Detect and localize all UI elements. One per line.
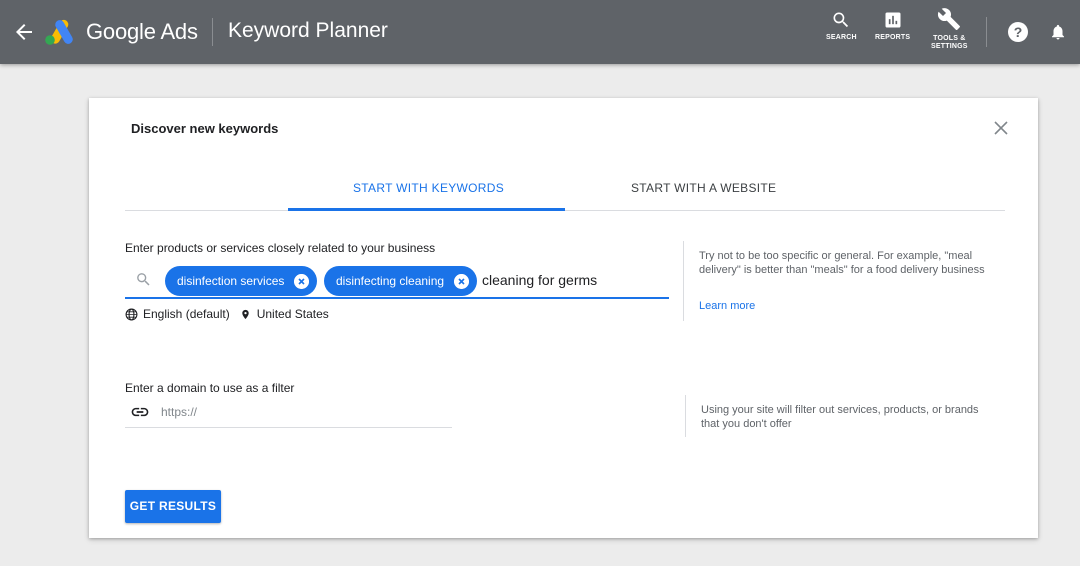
get-results-button[interactable]: GET RESULTS bbox=[125, 490, 221, 523]
search-button[interactable]: SEARCH bbox=[826, 10, 857, 42]
domain-input[interactable] bbox=[161, 402, 441, 422]
tab-start-with-keywords[interactable]: START WITH KEYWORDS bbox=[353, 181, 504, 195]
page-title: Keyword Planner bbox=[228, 19, 388, 42]
keywords-input[interactable]: disinfection services disinfecting clean… bbox=[125, 262, 669, 299]
location-selector[interactable]: United States bbox=[240, 307, 329, 321]
discover-keywords-panel: Discover new keywords START WITH KEYWORD… bbox=[89, 98, 1038, 538]
tools-settings-button[interactable]: TOOLS & SETTINGS bbox=[931, 7, 968, 51]
search-icon bbox=[137, 273, 150, 286]
google-ads-logo-icon bbox=[45, 19, 73, 45]
header-divider-right bbox=[986, 17, 987, 47]
language-label: English (default) bbox=[143, 307, 230, 321]
keyword-chip[interactable]: disinfection services bbox=[165, 266, 317, 296]
help-icon[interactable]: ? bbox=[1008, 22, 1028, 42]
domain-filter-field bbox=[125, 398, 452, 428]
keywords-field-label: Enter products or services closely relat… bbox=[125, 241, 436, 255]
keyword-typed-text[interactable]: cleaning for germs bbox=[482, 272, 597, 288]
location-pin-icon bbox=[242, 309, 249, 319]
tools-label-line-1: TOOLS & bbox=[933, 35, 966, 42]
link-icon bbox=[131, 407, 149, 417]
close-icon[interactable] bbox=[993, 120, 1009, 136]
remove-chip-icon[interactable] bbox=[294, 274, 309, 289]
search-icon bbox=[833, 12, 849, 28]
remove-chip-icon[interactable] bbox=[454, 274, 469, 289]
tab-start-with-website[interactable]: START WITH A WEBSITE bbox=[631, 181, 776, 195]
targeting-row: English (default) United States bbox=[125, 306, 329, 322]
keywords-hint: Try not to be too specific or general. F… bbox=[699, 250, 985, 276]
hint-divider bbox=[683, 241, 684, 321]
reports-button-label: REPORTS bbox=[875, 34, 911, 41]
active-tab-indicator bbox=[288, 208, 565, 211]
notifications-bell-icon[interactable] bbox=[1049, 22, 1067, 42]
reports-button[interactable]: REPORTS bbox=[875, 10, 910, 42]
search-button-label: SEARCH bbox=[826, 34, 857, 41]
back-arrow-icon[interactable] bbox=[12, 20, 36, 44]
keyword-chip[interactable]: disinfecting cleaning bbox=[324, 266, 477, 296]
wrench-icon bbox=[938, 8, 961, 30]
reports-icon bbox=[885, 12, 901, 28]
mode-tabs: START WITH KEYWORDS START WITH A WEBSITE bbox=[125, 172, 1005, 211]
keyword-chip-label: disinfection services bbox=[177, 274, 285, 288]
domain-field-label: Enter a domain to use as a filter bbox=[125, 381, 295, 395]
learn-more-link[interactable]: Learn more bbox=[699, 300, 755, 312]
header-divider bbox=[212, 18, 213, 46]
location-label: United States bbox=[256, 307, 329, 321]
tools-label-line-2: SETTINGS bbox=[931, 43, 968, 50]
globe-icon bbox=[125, 308, 138, 320]
panel-title: Discover new keywords bbox=[131, 121, 279, 136]
domain-hint-divider bbox=[685, 395, 686, 437]
keyword-chip-label: disinfecting cleaning bbox=[336, 274, 445, 288]
tools-settings-label: TOOLS & SETTINGS bbox=[931, 35, 968, 51]
language-selector[interactable]: English (default) bbox=[125, 307, 230, 321]
brand-name: Google Ads bbox=[86, 19, 198, 44]
domain-hint: Using your site will filter out services… bbox=[701, 404, 979, 430]
top-app-bar: Google Ads Keyword Planner SEARCH REPORT… bbox=[0, 0, 1080, 64]
